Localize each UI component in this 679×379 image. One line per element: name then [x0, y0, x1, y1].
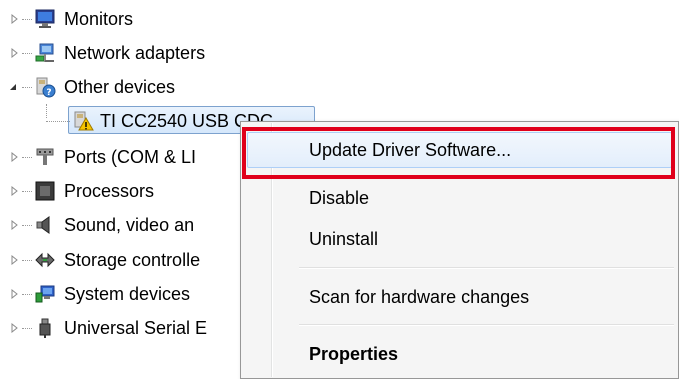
menu-item-label: Scan for hardware changes	[309, 287, 530, 307]
expand-arrow-icon[interactable]	[10, 152, 20, 162]
tree-item-label: Processors	[64, 181, 155, 201]
tree-connector	[22, 87, 32, 88]
menu-separator	[299, 324, 674, 326]
menu-item-label: Disable	[309, 188, 370, 208]
expand-arrow-icon[interactable]	[10, 220, 20, 230]
tree-connector	[22, 157, 32, 158]
port-icon	[34, 146, 56, 168]
tree-item-label: System devices	[64, 284, 191, 304]
tree-item-other-devices[interactable]: ? Other devices	[0, 70, 679, 104]
tree-item-label: Sound, video an	[64, 215, 195, 235]
tree-connector	[22, 294, 32, 295]
menu-item-scan-hardware[interactable]: Scan for hardware changes	[243, 277, 676, 317]
expand-arrow-icon[interactable]	[10, 289, 20, 299]
unknown-device-icon: ?	[34, 76, 56, 98]
tree-connector	[22, 19, 32, 20]
storage-controller-icon	[34, 249, 56, 271]
warning-device-icon	[72, 110, 94, 132]
menu-item-disable[interactable]: Disable	[243, 178, 676, 218]
menu-item-label: Uninstall	[309, 229, 379, 249]
tree-item-label: Ports (COM & LI	[64, 147, 197, 167]
tree-connector	[22, 260, 32, 261]
tree-connector	[22, 191, 32, 192]
tree-connector	[46, 121, 70, 122]
menu-item-properties[interactable]: Properties	[243, 334, 676, 374]
annotation-highlight-box	[242, 127, 675, 179]
expand-arrow-icon[interactable]	[10, 48, 20, 58]
menu-separator	[299, 267, 674, 269]
tree-connector	[22, 328, 32, 329]
tree-item-label: Network adapters	[64, 43, 206, 63]
system-device-icon	[34, 283, 56, 305]
speaker-icon	[34, 214, 56, 236]
tree-connector	[22, 225, 32, 226]
tree-item-label: Universal Serial E	[64, 318, 208, 338]
svg-text:?: ?	[46, 88, 51, 98]
network-adapter-icon	[34, 42, 56, 64]
tree-item-label: Monitors	[64, 9, 134, 29]
tree-item-label: Other devices	[64, 77, 176, 97]
tree-item-network-adapters[interactable]: Network adapters	[0, 36, 679, 70]
expand-arrow-icon[interactable]	[10, 323, 20, 333]
usb-icon	[34, 317, 56, 339]
processor-icon	[34, 180, 56, 202]
expand-arrow-icon[interactable]	[10, 255, 20, 265]
tree-item-label: Storage controlle	[64, 250, 201, 270]
tree-connector	[22, 53, 32, 54]
expand-arrow-icon[interactable]	[10, 186, 20, 196]
collapse-arrow-icon[interactable]	[8, 82, 18, 92]
expand-arrow-icon[interactable]	[10, 14, 20, 24]
menu-item-uninstall[interactable]: Uninstall	[243, 219, 676, 259]
menu-item-label: Properties	[309, 344, 399, 364]
tree-item-monitors[interactable]: Monitors	[0, 2, 679, 36]
monitor-icon	[34, 8, 56, 30]
